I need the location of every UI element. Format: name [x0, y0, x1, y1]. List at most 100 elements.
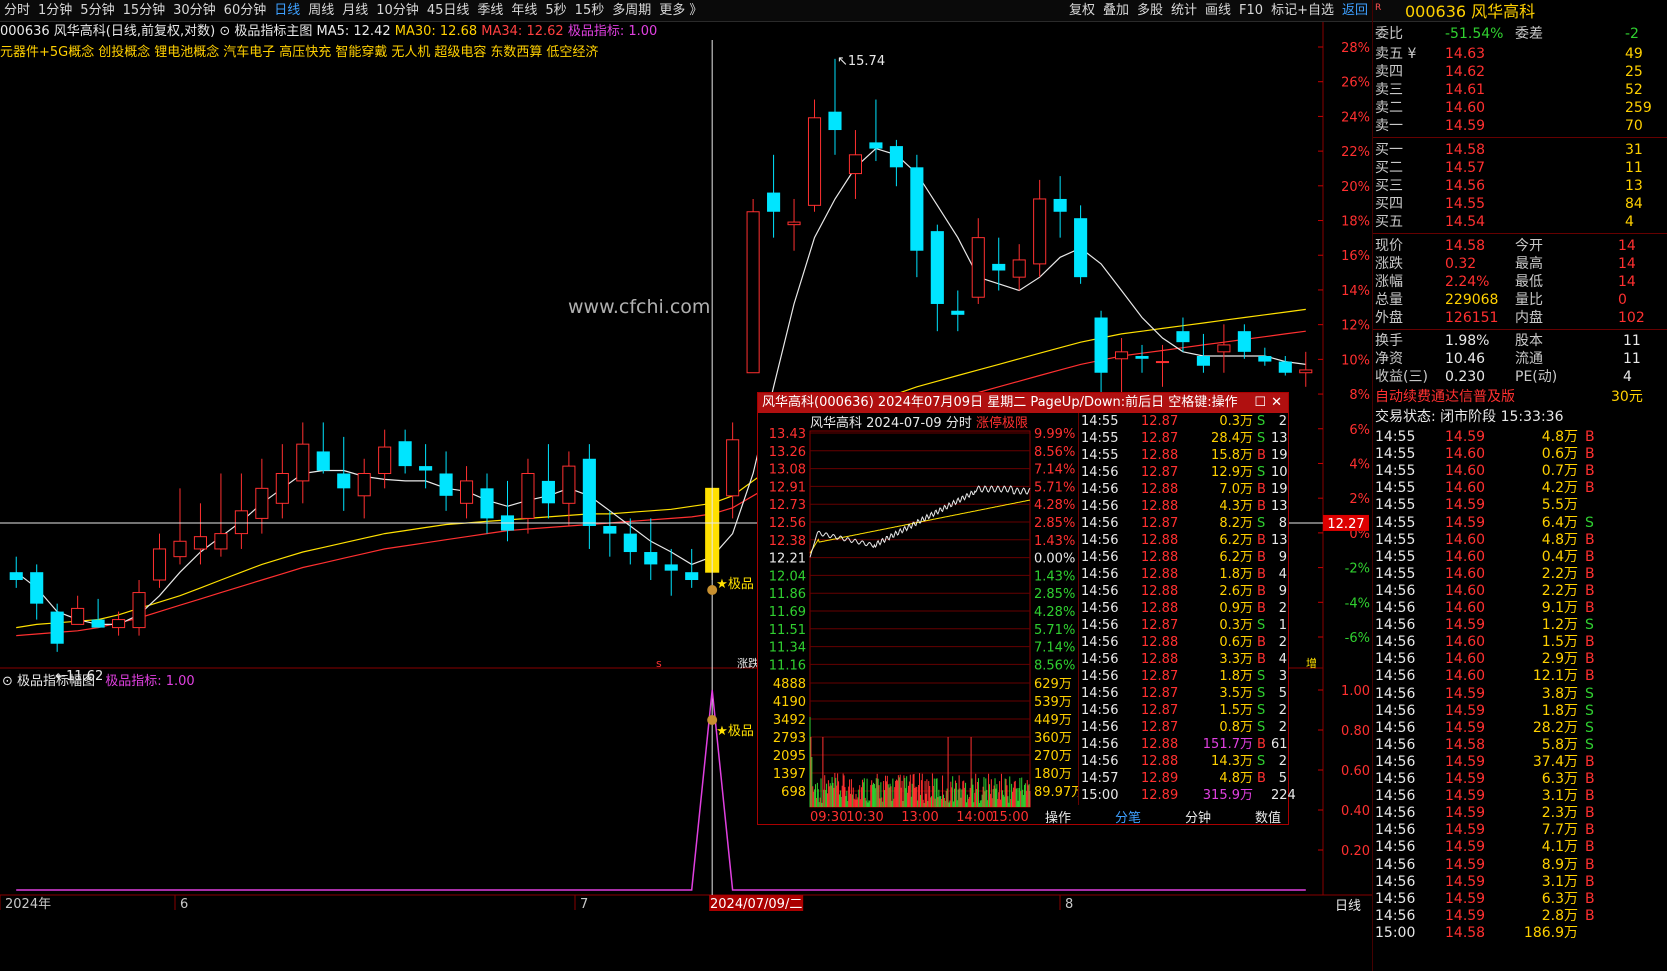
- candle[interactable]: [30, 564, 44, 620]
- candle[interactable]: [459, 466, 474, 519]
- candle[interactable]: [1135, 344, 1149, 373]
- candle[interactable]: [726, 422, 740, 519]
- popup-tab[interactable]: 分笔: [1098, 807, 1158, 826]
- candle[interactable]: [91, 598, 105, 628]
- candle[interactable]: [807, 99, 822, 212]
- stat-value: 14: [1618, 274, 1636, 290]
- candle[interactable]: [71, 595, 85, 625]
- order-book-row[interactable]: 买五 14.54 4: [1373, 213, 1667, 231]
- candle[interactable]: [951, 290, 965, 332]
- order-book-row[interactable]: 卖四 14.62 25: [1373, 63, 1667, 81]
- candle[interactable]: [848, 130, 863, 199]
- candle[interactable]: [132, 580, 146, 636]
- trade-row: 14:55 14.60 4.8万 B: [1373, 531, 1667, 549]
- candle[interactable]: [746, 198, 760, 374]
- candle[interactable]: [398, 429, 412, 474]
- candle[interactable]: [644, 518, 658, 581]
- candle[interactable]: [1053, 176, 1067, 238]
- candle[interactable]: [664, 548, 678, 596]
- candle[interactable]: [767, 154, 781, 238]
- period-indicator[interactable]: 日线: [1335, 899, 1361, 914]
- candle[interactable]: [1094, 310, 1108, 401]
- trade-side: B: [1585, 856, 1595, 873]
- trade-row: 14:56 14.59 37.4万 B: [1373, 753, 1667, 771]
- candle[interactable]: [1033, 179, 1047, 278]
- tick-side: B: [1257, 533, 1266, 548]
- candle[interactable]: [1299, 351, 1313, 387]
- popup-pct-label: 2.85%: [1034, 516, 1075, 531]
- candle[interactable]: [255, 458, 269, 534]
- popup-vol-label: 2095: [773, 749, 806, 764]
- order-book-row[interactable]: 买四 14.55 84: [1373, 195, 1667, 213]
- candle[interactable]: [828, 58, 842, 155]
- close-icon[interactable]: ✕: [1271, 393, 1282, 413]
- candle[interactable]: [889, 139, 903, 187]
- candle[interactable]: [500, 480, 515, 542]
- candle[interactable]: [275, 444, 289, 519]
- candle[interactable]: [603, 510, 617, 557]
- candle[interactable]: [9, 556, 23, 588]
- candle[interactable]: [685, 548, 699, 588]
- candle[interactable]: [1237, 324, 1251, 359]
- order-book-row[interactable]: 买二 14.57 11: [1373, 159, 1667, 177]
- candle[interactable]: [1278, 356, 1292, 376]
- order-book-row[interactable]: 买三 14.56 13: [1373, 177, 1667, 195]
- maximize-icon[interactable]: ☐: [1254, 393, 1266, 413]
- trade-price: 14.59: [1445, 788, 1486, 805]
- order-book-row[interactable]: 卖五 ¥ 14.63 49: [1373, 45, 1667, 63]
- sub-panel-title[interactable]: ⊙ 极品指标幅图: [2, 674, 95, 689]
- popup-vol-label-right: 360万: [1034, 731, 1072, 746]
- promo-row[interactable]: 自动续费通达信普及版 30元: [1373, 388, 1667, 406]
- trade-price: 14.60: [1445, 582, 1486, 599]
- candle[interactable]: [787, 198, 801, 251]
- order-book-row[interactable]: 卖三 14.61 52: [1373, 81, 1667, 99]
- candle[interactable]: [193, 503, 208, 565]
- weicha-label: 委差: [1515, 26, 1543, 42]
- candle-body: [1074, 218, 1088, 278]
- candle[interactable]: [296, 422, 310, 504]
- trade-row: 14:56 14.60 9.1万 B: [1373, 599, 1667, 617]
- candle[interactable]: [930, 224, 944, 332]
- candle[interactable]: [541, 444, 555, 519]
- tick-price: 12.88: [1141, 635, 1179, 650]
- candle[interactable]: [173, 488, 187, 565]
- candle[interactable]: [623, 518, 637, 565]
- tick-price: 12.87: [1141, 431, 1179, 446]
- candle-body: [971, 237, 985, 298]
- candle[interactable]: [419, 444, 433, 489]
- candle[interactable]: [480, 473, 494, 534]
- tick-side: S: [1257, 703, 1266, 718]
- candle[interactable]: [521, 458, 535, 534]
- trade-side: B: [1585, 907, 1595, 924]
- candle[interactable]: [337, 436, 351, 511]
- candle[interactable]: [234, 473, 248, 549]
- candle[interactable]: [910, 154, 924, 278]
- candle[interactable]: [316, 422, 330, 474]
- order-book-row[interactable]: 卖二 14.60 259: [1373, 99, 1667, 117]
- order-book-row[interactable]: 买一 14.58 31: [1373, 141, 1667, 159]
- tick-row: 14:56 12.88 0.9万 B 2: [1079, 600, 1289, 618]
- candle[interactable]: [1258, 347, 1272, 366]
- order-book-row[interactable]: 卖一 14.59 70: [1373, 117, 1667, 135]
- sub-axis-label: 0.20: [1341, 844, 1370, 859]
- candle[interactable]: [50, 603, 64, 652]
- candle[interactable]: [1196, 333, 1210, 373]
- candle[interactable]: [214, 473, 228, 557]
- candle[interactable]: [1074, 205, 1088, 284]
- stat-row: 换手 1.98% 股本 11: [1373, 332, 1667, 350]
- candle[interactable]: [1217, 324, 1231, 373]
- trade-time: 14:56: [1375, 873, 1416, 890]
- popup-tab[interactable]: 分钟: [1168, 807, 1228, 826]
- candle[interactable]: [152, 533, 167, 588]
- candle[interactable]: [1012, 244, 1026, 291]
- candle[interactable]: [1114, 338, 1129, 394]
- order-level-label: 买四: [1375, 196, 1403, 212]
- candle[interactable]: [869, 99, 883, 162]
- candle[interactable]: [971, 218, 985, 304]
- candle[interactable]: [439, 451, 453, 511]
- popup-tab[interactable]: 数值: [1238, 807, 1298, 826]
- tick-count: 19: [1271, 448, 1288, 463]
- popup-tab[interactable]: 操作: [1038, 807, 1078, 826]
- candle[interactable]: [582, 444, 596, 549]
- candle[interactable]: [357, 458, 371, 519]
